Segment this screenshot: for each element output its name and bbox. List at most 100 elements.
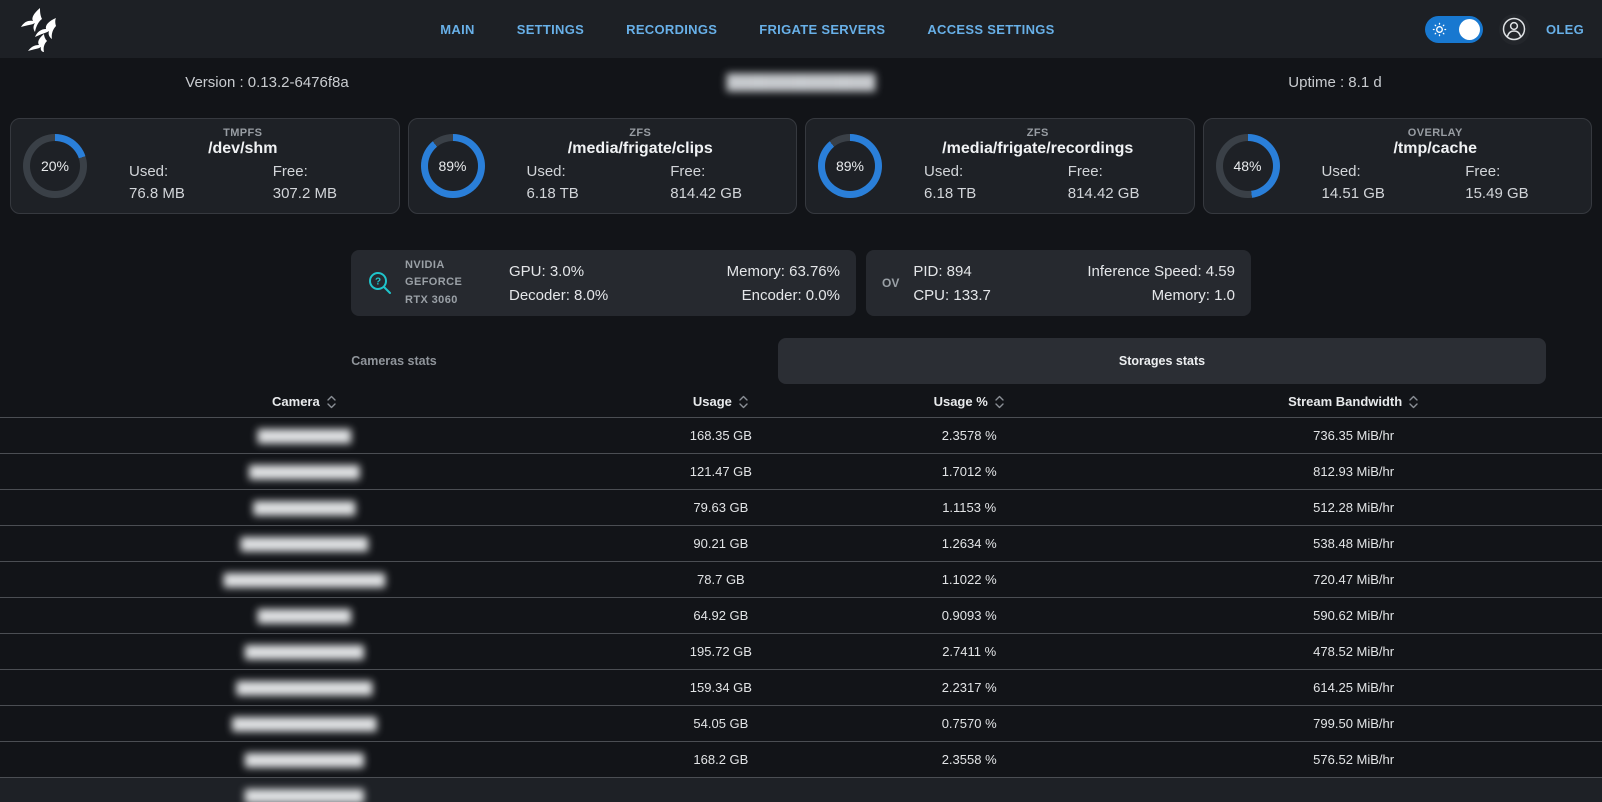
camera-name-blurred: ██████████████	[0, 789, 609, 802]
gpu-name: NVIDIA GEFORCE RTX 3060	[405, 257, 503, 308]
gpu-search-icon: ?	[367, 270, 393, 296]
column-header-usage[interactable]: Usage	[609, 394, 833, 410]
storage-card-dev-shm: 20% TMPFS /dev/shm Used: Free: 76.8 MB 3…	[10, 118, 400, 214]
sort-icon	[738, 394, 749, 410]
sun-icon	[1432, 22, 1447, 37]
donut-percent-label: 89%	[818, 134, 882, 198]
sort-icon	[1408, 394, 1419, 410]
sort-icon	[994, 394, 1005, 410]
nav-item-access-settings[interactable]: ACCESS SETTINGS	[927, 22, 1054, 37]
camera-name-blurred: █████████████	[0, 465, 609, 479]
table-row: ███████████████████ 78.7 GB 1.1022 % 720…	[0, 562, 1602, 598]
storage-card-tmp-cache: 48% OVERLAY /tmp/cache Used: Free: 14.51…	[1203, 118, 1593, 214]
camera-name-blurred: ██████████████	[0, 645, 609, 659]
usage-cell: 159.34 GB	[609, 680, 833, 695]
free-label: Free:	[1038, 161, 1182, 184]
used-label: Used:	[497, 161, 641, 184]
user-avatar[interactable]	[1499, 14, 1530, 45]
table-row: █████████████ 121.47 GB 1.7012 % 812.93 …	[0, 454, 1602, 490]
sort-icon	[326, 394, 337, 410]
table-row: ████████████████ 159.34 GB 2.2317 % 614.…	[0, 670, 1602, 706]
usage-cell: 90.21 GB	[609, 536, 833, 551]
donut-percent-label: 48%	[1216, 134, 1280, 198]
usage-donut: 20%	[23, 134, 87, 198]
theme-toggle[interactable]	[1425, 16, 1483, 43]
user-icon	[1501, 16, 1527, 42]
usage-donut: 89%	[421, 134, 485, 198]
free-label: Free:	[640, 161, 784, 184]
table-row: █████████████████ 54.05 GB 0.7570 % 799.…	[0, 706, 1602, 742]
used-value: 6.18 TB	[894, 183, 1038, 206]
usage-pct-cell: 1.2634 %	[833, 536, 1105, 551]
free-label: Free:	[243, 161, 387, 184]
bandwidth-cell: 576.52 MiB/hr	[1105, 752, 1602, 767]
table-row: ████████████ 79.63 GB 1.1153 % 512.28 Mi…	[0, 490, 1602, 526]
usage-cell: 168.35 GB	[609, 428, 833, 443]
nav-item-main[interactable]: MAIN	[440, 22, 474, 37]
mount-path: /media/frigate/recordings	[894, 140, 1182, 158]
usage-pct-cell: 1.7012 %	[833, 464, 1105, 479]
fs-type-label: OVERLAY	[1292, 127, 1580, 139]
usage-cell: 79.63 GB	[609, 500, 833, 515]
camera-name-blurred: ████████████	[0, 501, 609, 515]
column-label: Usage %	[934, 394, 988, 409]
detector-pid: PID: 894	[913, 263, 991, 280]
gpu-stats-card: ? NVIDIA GEFORCE RTX 3060 GPU: 3.0% Deco…	[351, 250, 856, 316]
gpu-encoder: Encoder: 0.0%	[727, 287, 840, 304]
free-label: Free:	[1435, 161, 1579, 184]
table-row-partial: ██████████████	[0, 778, 1602, 802]
usage-cell: 54.05 GB	[609, 716, 833, 731]
usage-pct-cell: 1.1022 %	[833, 572, 1105, 587]
usage-cell: 168.2 GB	[609, 752, 833, 767]
bandwidth-cell: 736.35 MiB/hr	[1105, 428, 1602, 443]
version-label: Version : 0.13.2-6476f8a	[0, 74, 534, 91]
bandwidth-cell: 720.47 MiB/hr	[1105, 572, 1602, 587]
table-row: ███████████ 168.35 GB 2.3578 % 736.35 Mi…	[0, 418, 1602, 454]
donut-percent-label: 89%	[421, 134, 485, 198]
column-label: Stream Bandwidth	[1288, 394, 1402, 409]
detector-cpu: CPU: 133.7	[913, 287, 991, 304]
bandwidth-cell: 799.50 MiB/hr	[1105, 716, 1602, 731]
fs-type-label: ZFS	[497, 127, 785, 139]
svg-text:?: ?	[375, 277, 381, 288]
storage-stats-table: Camera Usage Usage % Stream Bandwidth ██…	[0, 386, 1602, 802]
detector-inference-speed: Inference Speed: 4.59	[1087, 263, 1235, 280]
stats-tabs: Cameras stats Storages stats	[10, 338, 1546, 384]
column-header-usage-pct[interactable]: Usage %	[833, 394, 1105, 410]
camera-name-blurred: ███████████████████	[0, 573, 609, 587]
mount-path: /dev/shm	[99, 140, 387, 158]
navbar-right-group: OLEG	[1425, 14, 1584, 45]
usage-pct-cell: 0.9093 %	[833, 608, 1105, 623]
usage-cell: 195.72 GB	[609, 644, 833, 659]
gpu-name-line2: RTX 3060	[405, 292, 503, 309]
used-value: 76.8 MB	[99, 183, 243, 206]
table-header-row: Camera Usage Usage % Stream Bandwidth	[0, 386, 1602, 418]
camera-name-blurred: ████████████████	[0, 681, 609, 695]
bandwidth-cell: 590.62 MiB/hr	[1105, 608, 1602, 623]
usage-pct-cell: 1.1153 %	[833, 500, 1105, 515]
free-value: 307.2 MB	[243, 183, 387, 206]
table-row: ███████████ 64.92 GB 0.9093 % 590.62 MiB…	[0, 598, 1602, 634]
username-label[interactable]: OLEG	[1546, 22, 1584, 37]
usage-pct-cell: 2.3578 %	[833, 428, 1105, 443]
nav-item-recordings[interactable]: RECORDINGS	[626, 22, 717, 37]
column-header-bandwidth[interactable]: Stream Bandwidth	[1105, 394, 1602, 410]
tab-storages-stats[interactable]: Storages stats	[778, 338, 1546, 384]
usage-cell: 64.92 GB	[609, 608, 833, 623]
free-value: 814.42 GB	[640, 183, 784, 206]
used-label: Used:	[894, 161, 1038, 184]
server-name-blurred: ██████████████	[534, 74, 1068, 91]
gpu-name-line1: NVIDIA GEFORCE	[405, 257, 503, 291]
main-navigation: MAIN SETTINGS RECORDINGS FRIGATE SERVERS…	[70, 22, 1425, 37]
nav-item-settings[interactable]: SETTINGS	[517, 22, 584, 37]
gpu-memory: Memory: 63.76%	[727, 263, 840, 280]
storage-card-recordings: 89% ZFS /media/frigate/recordings Used: …	[805, 118, 1195, 214]
column-header-camera[interactable]: Camera	[0, 394, 609, 410]
usage-cell: 78.7 GB	[609, 572, 833, 587]
mount-path: /tmp/cache	[1292, 140, 1580, 158]
nav-item-frigate-servers[interactable]: FRIGATE SERVERS	[759, 22, 885, 37]
tab-cameras-stats[interactable]: Cameras stats	[10, 338, 778, 384]
bandwidth-cell: 812.93 MiB/hr	[1105, 464, 1602, 479]
hardware-cards-row: ? NVIDIA GEFORCE RTX 3060 GPU: 3.0% Deco…	[0, 250, 1602, 316]
bandwidth-cell: 478.52 MiB/hr	[1105, 644, 1602, 659]
